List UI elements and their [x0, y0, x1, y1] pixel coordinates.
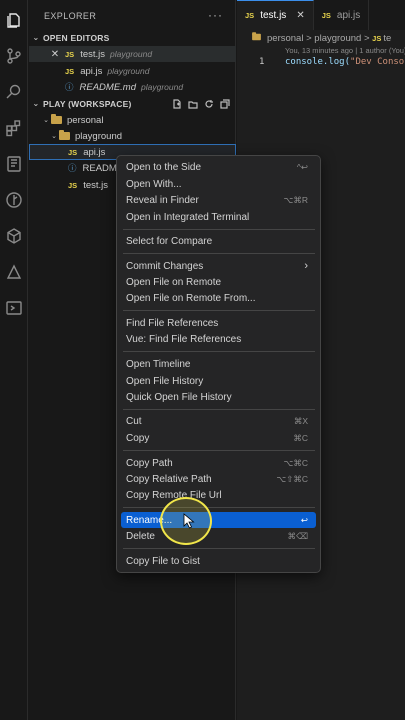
open-editors-header[interactable]: ⌄ OPEN EDITORS — [29, 30, 236, 45]
source-control-icon[interactable] — [4, 46, 24, 66]
chevron-down-icon: ⌄ — [43, 117, 49, 124]
menu-separator — [123, 351, 315, 352]
mouse-pointer-icon — [183, 513, 195, 529]
breadcrumb-item[interactable]: playground — [314, 33, 361, 44]
close-icon[interactable]: ✕ — [49, 49, 61, 60]
open-editor-item[interactable]: ✕ JS test.js playground — [29, 46, 236, 62]
line-number: 1 — [259, 57, 265, 67]
breadcrumb-item[interactable]: personal — [267, 33, 303, 44]
menu-item-quick-open-file-history[interactable]: Quick Open File History — [121, 389, 316, 405]
close-icon[interactable]: ✕ — [296, 10, 304, 21]
tab-api-js[interactable]: JS api.js — [314, 0, 370, 30]
tree-folder-personal[interactable]: ⌄ personal — [29, 112, 236, 128]
search-icon[interactable] — [4, 82, 24, 102]
menu-separator — [123, 507, 315, 508]
menu-item-rename[interactable]: Rename... ↩ — [121, 512, 316, 528]
file-name: api.js — [80, 65, 103, 77]
workspace-header[interactable]: ⌄ PLAY (WORKSPACE) — [29, 96, 236, 111]
file-name: README.md — [79, 81, 136, 93]
menu-item-open-in-terminal[interactable]: Open in Integrated Terminal — [121, 209, 316, 225]
new-folder-icon[interactable] — [188, 99, 198, 109]
menu-item-cut[interactable]: Cut ⌘X — [121, 413, 316, 429]
js-file-icon: JS — [321, 10, 331, 20]
menu-item-open-file-on-remote[interactable]: Open File on Remote — [121, 274, 316, 290]
menu-item-vue-find-file-references[interactable]: Vue: Find File References — [121, 331, 316, 347]
triangle-icon[interactable] — [4, 262, 24, 282]
folder-icon — [252, 32, 261, 41]
menu-item-reveal-in-finder[interactable]: Reveal in Finder ⌥⌘R — [121, 192, 316, 208]
context-menu: Open to the Side ^↩ Open With... Reveal i… — [116, 155, 321, 573]
menu-item-open-file-on-remote-from[interactable]: Open File on Remote From... — [121, 290, 316, 306]
git-blame-annotation[interactable]: You, 13 minutes ago | 1 author (You) — [285, 46, 405, 55]
terminal-icon[interactable] — [4, 298, 24, 318]
menu-item-find-file-references[interactable]: Find File References — [121, 315, 316, 331]
chevron-down-icon: ⌄ — [32, 99, 40, 108]
extensions-icon[interactable] — [4, 118, 24, 138]
breadcrumb-item[interactable]: te — [383, 33, 391, 44]
new-file-icon[interactable] — [172, 98, 182, 109]
menu-separator — [123, 310, 315, 311]
menu-item-copy-file-to-gist[interactable]: Copy File to Gist — [121, 553, 316, 569]
menu-item-commit-changes[interactable]: Commit Changes › — [121, 258, 316, 274]
collapse-all-icon[interactable] — [220, 98, 230, 109]
menu-item-open-to-side[interactable]: Open to the Side ^↩ — [121, 159, 316, 175]
explorer-title: EXPLORER — [44, 11, 97, 21]
menu-item-open-file-history[interactable]: Open File History — [121, 373, 316, 389]
menu-item-open-with[interactable]: Open With... — [121, 176, 316, 192]
tree-folder-playground[interactable]: ⌄ playground — [29, 128, 236, 144]
open-editor-item[interactable]: ⓘ README.md playground — [29, 79, 236, 95]
js-file-icon: JS — [68, 180, 78, 190]
js-file-icon: JS — [65, 49, 75, 59]
chevron-right-icon: › — [304, 260, 308, 272]
folder-icon — [59, 130, 70, 140]
chevron-down-icon: ⌄ — [51, 133, 57, 140]
menu-item-delete[interactable]: Delete ⌘⌫ — [121, 528, 316, 544]
menu-item-select-for-compare[interactable]: Select for Compare — [121, 233, 316, 249]
js-file-icon: JS — [65, 66, 75, 76]
js-file-icon: JS — [245, 11, 255, 20]
menu-item-copy[interactable]: Copy ⌘C — [121, 430, 316, 446]
code-line[interactable]: 1 console.log("Dev Consol — [259, 57, 405, 67]
more-actions-icon[interactable]: ··· — [208, 8, 223, 22]
folder-icon — [51, 114, 62, 124]
git-graph-icon[interactable] — [4, 190, 24, 210]
menu-item-copy-path[interactable]: Copy Path ⌥⌘C — [121, 455, 316, 471]
menu-separator — [123, 253, 315, 254]
refresh-icon[interactable] — [204, 99, 214, 109]
activity-bar — [0, 0, 28, 720]
workspace-toolbar — [172, 98, 230, 109]
menu-item-copy-remote-file-url[interactable]: Copy Remote File Url — [121, 487, 316, 503]
menu-separator — [123, 409, 315, 410]
info-icon: ⓘ — [68, 163, 77, 173]
chevron-down-icon: ⌄ — [32, 33, 40, 42]
menu-item-open-timeline[interactable]: Open Timeline — [121, 356, 316, 372]
file-name: test.js — [80, 48, 105, 60]
editor-tabs: JS test.js ✕ JS api.js — [237, 0, 405, 30]
menu-separator — [123, 229, 315, 230]
info-icon: ⓘ — [65, 82, 74, 92]
js-file-icon: JS — [68, 147, 78, 157]
js-file-icon: JS — [372, 34, 382, 43]
explorer-icon[interactable] — [4, 10, 24, 30]
folder-hint: playground — [110, 49, 153, 59]
folder-hint: playground — [107, 66, 150, 76]
menu-item-copy-relative-path[interactable]: Copy Relative Path ⌥⇧⌘C — [121, 471, 316, 487]
menu-separator — [123, 548, 315, 549]
breadcrumb: personal > playground > JS te — [251, 32, 391, 44]
open-editor-item[interactable]: JS api.js playground — [29, 63, 236, 79]
menu-separator — [123, 450, 315, 451]
cube-icon[interactable] — [4, 226, 24, 246]
book-icon[interactable] — [4, 154, 24, 174]
folder-hint: playground — [141, 82, 184, 92]
tab-test-js[interactable]: JS test.js ✕ — [237, 0, 314, 30]
